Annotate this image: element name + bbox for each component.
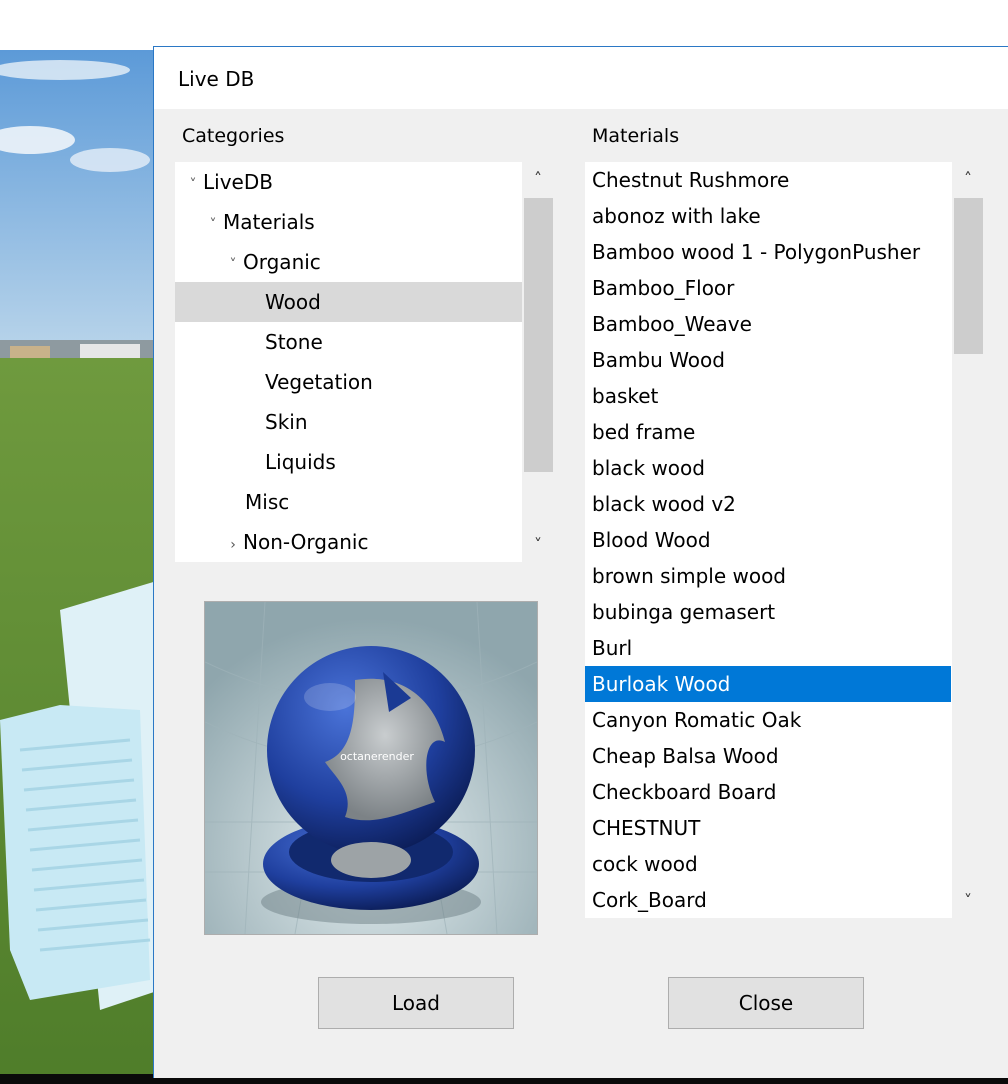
live-db-dialog: Live DB Categories Materials ˅ LiveDB ˅ Ma… xyxy=(153,46,1008,1078)
list-item[interactable]: cock wood xyxy=(585,846,951,882)
list-item[interactable]: Bamboo_Weave xyxy=(585,306,951,342)
chevron-down-icon[interactable]: ˅ xyxy=(223,245,243,285)
list-item[interactable]: CHESTNUT xyxy=(585,810,951,846)
list-item[interactable]: Cork_Board xyxy=(585,882,951,918)
tree-item-wood[interactable]: Wood xyxy=(175,282,522,322)
tree-item-organic[interactable]: ˅ Organic xyxy=(175,242,522,282)
tree-item-label: Skin xyxy=(265,410,308,434)
tree-item-liquids[interactable]: Liquids xyxy=(175,442,522,482)
list-item[interactable]: Bamboo_Floor xyxy=(585,270,951,306)
tree-item-livedb[interactable]: ˅ LiveDB xyxy=(175,162,522,202)
preview-watermark: octanerender xyxy=(340,750,414,763)
list-item[interactable]: Burl xyxy=(585,630,951,666)
tree-item-label: LiveDB xyxy=(203,170,273,194)
materials-list-scrollbar[interactable]: ˄ ˅ xyxy=(952,162,984,918)
load-button[interactable]: Load xyxy=(318,977,514,1029)
scroll-down-icon[interactable]: ˅ xyxy=(522,528,554,562)
tree-item-label: Liquids xyxy=(265,450,336,474)
list-item[interactable]: Bamboo wood 1 - PolygonPusher xyxy=(585,234,951,270)
tree-item-skin[interactable]: Skin xyxy=(175,402,522,442)
scrollbar-thumb[interactable] xyxy=(524,198,553,472)
tree-item-label: Non-Organic xyxy=(243,530,369,554)
tree-item-vegetation[interactable]: Vegetation xyxy=(175,362,522,402)
list-item[interactable]: bubinga gemasert xyxy=(585,594,951,630)
list-item[interactable]: brown simple wood xyxy=(585,558,951,594)
material-preview-image: octanerender xyxy=(204,601,538,935)
tree-item-label: Stone xyxy=(265,330,323,354)
list-item[interactable]: Checkboard Board xyxy=(585,774,951,810)
list-item[interactable]: Cheap Balsa Wood xyxy=(585,738,951,774)
materials-list[interactable]: Chestnut Rushmore abonoz with lake Bambo… xyxy=(585,162,952,918)
category-tree-scrollbar[interactable]: ˄ ˅ xyxy=(522,162,554,562)
chevron-down-icon[interactable]: ˅ xyxy=(183,165,203,205)
categories-label: Categories xyxy=(182,125,285,147)
list-item[interactable]: Chestnut Rushmore xyxy=(585,162,951,198)
list-item[interactable]: black wood xyxy=(585,450,951,486)
title-bar[interactable]: Live DB xyxy=(154,47,1008,109)
list-item[interactable]: Blood Wood xyxy=(585,522,951,558)
tree-item-non-organic[interactable]: › Non-Organic xyxy=(175,522,522,562)
list-item[interactable]: bed frame xyxy=(585,414,951,450)
tree-item-label: Materials xyxy=(223,210,315,234)
list-item[interactable]: black wood v2 xyxy=(585,486,951,522)
tree-item-label: Vegetation xyxy=(265,370,373,394)
close-button[interactable]: Close xyxy=(668,977,864,1029)
scroll-up-icon[interactable]: ˄ xyxy=(522,162,554,196)
tree-item-materials[interactable]: ˅ Materials xyxy=(175,202,522,242)
background-scene xyxy=(0,50,160,1084)
scroll-down-icon[interactable]: ˅ xyxy=(952,884,984,918)
materials-label: Materials xyxy=(592,125,680,147)
tree-item-label: Misc xyxy=(245,490,290,514)
category-tree[interactable]: ˅ LiveDB ˅ Materials ˅ Organic Wood Stone V… xyxy=(175,162,522,562)
tree-item-label: Organic xyxy=(243,250,321,274)
scrollbar-thumb[interactable] xyxy=(954,198,983,354)
list-item[interactable]: basket xyxy=(585,378,951,414)
scroll-up-icon[interactable]: ˄ xyxy=(952,162,984,196)
list-item[interactable]: Canyon Romatic Oak xyxy=(585,702,951,738)
list-item[interactable]: abonoz with lake xyxy=(585,198,951,234)
tree-item-misc[interactable]: Misc xyxy=(175,482,522,522)
tree-item-stone[interactable]: Stone xyxy=(175,322,522,362)
chevron-down-icon[interactable]: ˅ xyxy=(203,205,223,245)
chevron-right-icon[interactable]: › xyxy=(223,525,243,562)
dialog-title: Live DB xyxy=(178,67,255,91)
list-item[interactable]: Bambu Wood xyxy=(585,342,951,378)
list-item-selected[interactable]: Burloak Wood xyxy=(585,666,951,702)
tree-item-label: Wood xyxy=(265,290,321,314)
